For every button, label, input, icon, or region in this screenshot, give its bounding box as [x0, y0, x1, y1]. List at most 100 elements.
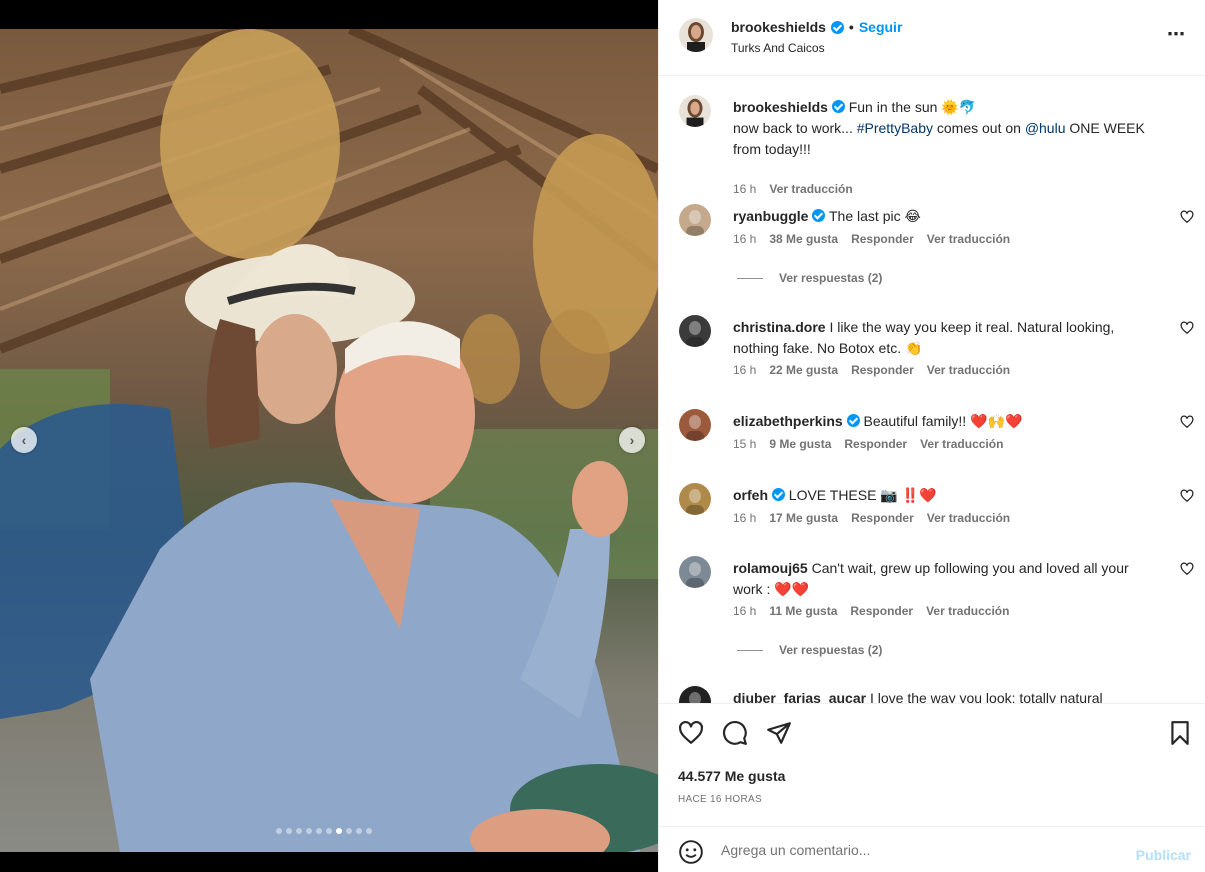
comment-text: ryanbuggle The last pic 😂 [733, 206, 1153, 227]
comment-time: 16 h [733, 363, 757, 377]
caption-translate-link[interactable]: Ver traducción [769, 182, 852, 196]
previous-photo-button[interactable]: ‹ [11, 427, 37, 453]
mention-link[interactable]: @hulu [1025, 120, 1066, 136]
caption-text-mid: comes out on [932, 120, 1025, 136]
caption-text: brookeshields Fun in the sun 🌞🐬 now back… [733, 97, 1153, 160]
add-comment-bar: Publicar [659, 826, 1205, 872]
view-replies-label[interactable]: Ver respuestas (2) [779, 271, 882, 285]
translate-link[interactable]: Ver traducción [927, 363, 1010, 377]
comment-bubble-icon[interactable] [722, 720, 748, 746]
commenter-avatar-image [686, 489, 704, 515]
comment-text: orfeh LOVE THESE 📷 ‼️❤️ [733, 485, 1153, 506]
commenter-username[interactable]: rolamouj65 [733, 560, 808, 576]
comment-likes[interactable]: 22 Me gusta [769, 363, 838, 377]
likes-count[interactable]: 44.577 Me gusta [678, 768, 785, 784]
comment-like-heart-icon[interactable] [1180, 321, 1194, 335]
carousel-dot [276, 828, 282, 834]
post-media: ‹ › [0, 0, 658, 872]
follow-button[interactable]: Seguir [859, 19, 903, 35]
caption-username[interactable]: brookeshields [733, 99, 828, 115]
carousel-dot [306, 828, 312, 834]
comment-like-heart-icon[interactable] [1180, 489, 1194, 503]
commenter-avatar[interactable] [679, 204, 711, 236]
verified-badge-icon [771, 488, 785, 501]
carousel-dot [336, 828, 342, 834]
post-details-panel: brookeshields • Seguir Turks And Caicos … [658, 0, 1205, 872]
caption-meta: 16 h Ver traducción [733, 182, 853, 196]
comment-time: 16 h [733, 511, 757, 525]
chevron-left-icon: ‹ [21, 432, 27, 448]
commenter-avatar[interactable] [679, 483, 711, 515]
commenter-username[interactable]: elizabethperkins [733, 413, 843, 429]
comment-likes[interactable]: 11 Me gusta [769, 604, 837, 618]
verified-badge-icon [831, 100, 845, 113]
comment-like-heart-icon[interactable] [1180, 210, 1194, 224]
commenter-avatar-image [686, 415, 704, 441]
carousel-dot [316, 828, 322, 834]
next-photo-button[interactable]: › [619, 427, 645, 453]
comment-time: 15 h [733, 437, 757, 451]
commenter-avatar-image [686, 210, 704, 236]
comment-time: 16 h [733, 232, 757, 246]
reply-button[interactable]: Responder [844, 437, 907, 451]
comment-like-heart-icon[interactable] [1180, 562, 1194, 576]
author-username[interactable]: brookeshields [731, 19, 826, 35]
emoji-icon[interactable] [678, 839, 704, 865]
verified-badge-icon [846, 414, 860, 427]
comment-likes[interactable]: 38 Me gusta [769, 232, 838, 246]
reply-button[interactable]: Responder [851, 363, 914, 377]
more-options-icon[interactable]: ⋯ [1167, 24, 1186, 45]
commenter-avatar[interactable] [679, 315, 711, 347]
comments-list[interactable]: brookeshields Fun in the sun 🌞🐬 now back… [659, 77, 1205, 703]
commenter-avatar[interactable] [679, 409, 711, 441]
commenter-avatar[interactable] [679, 686, 711, 703]
post-actions: 44.577 Me gusta HACE 16 HORAS [659, 703, 1205, 825]
publish-button[interactable]: Publicar [1136, 847, 1191, 863]
reply-button[interactable]: Responder [851, 511, 914, 525]
commenter-username[interactable]: djuber_farias_aucar [733, 690, 866, 703]
comment-time: 16 h [733, 604, 757, 618]
caption-avatar[interactable] [679, 95, 711, 127]
comment-body: Beautiful family!! ❤️🙌❤️ [863, 413, 1023, 429]
comment-body: The last pic 😂 [829, 208, 921, 224]
comment-meta: 16 h 11 Me gusta Responder Ver traducción [733, 604, 1009, 618]
like-heart-icon[interactable] [678, 720, 704, 746]
reply-button[interactable]: Responder [851, 232, 914, 246]
commenter-avatar[interactable] [679, 556, 711, 588]
view-replies-button[interactable]: Ver respuestas (2) [737, 271, 882, 285]
view-replies-label[interactable]: Ver respuestas (2) [779, 643, 882, 657]
translate-link[interactable]: Ver traducción [927, 511, 1010, 525]
hashtag-link[interactable]: #PrettyBaby [857, 120, 933, 136]
comment-like-heart-icon[interactable] [1180, 415, 1194, 429]
comment-meta: 15 h 9 Me gusta Responder Ver traducción [733, 437, 1003, 451]
share-send-icon[interactable] [766, 720, 792, 746]
comment-likes[interactable]: 9 Me gusta [769, 437, 831, 451]
view-replies-button[interactable]: Ver respuestas (2) [737, 643, 882, 657]
commenter-username[interactable]: orfeh [733, 487, 768, 503]
comment-text: christina.dore I like the way you keep i… [733, 317, 1153, 359]
translate-link[interactable]: Ver traducción [920, 437, 1003, 451]
carousel-dot [366, 828, 372, 834]
comment-input[interactable] [721, 839, 1111, 861]
comment-meta: 16 h 17 Me gusta Responder Ver traducción [733, 511, 1010, 525]
translate-link[interactable]: Ver traducción [927, 232, 1010, 246]
carousel-dot [326, 828, 332, 834]
verified-badge-icon [830, 20, 844, 34]
post-photo [0, 29, 658, 852]
carousel-dot [346, 828, 352, 834]
comment-text: elizabethperkins Beautiful family!! ❤️🙌❤… [733, 411, 1153, 432]
carousel-indicator [276, 828, 372, 834]
verified-badge-icon [812, 209, 826, 222]
author-avatar[interactable] [679, 18, 713, 52]
commenter-username[interactable]: christina.dore [733, 319, 826, 335]
post-location[interactable]: Turks And Caicos [731, 41, 825, 55]
comment-body: LOVE THESE 📷 ‼️❤️ [788, 487, 937, 503]
caption-avatar-image [679, 95, 711, 127]
commenter-username[interactable]: ryanbuggle [733, 208, 808, 224]
reply-button[interactable]: Responder [850, 604, 913, 618]
carousel-dot [356, 828, 362, 834]
comment-likes[interactable]: 17 Me gusta [769, 511, 838, 525]
post-header: brookeshields • Seguir Turks And Caicos … [659, 0, 1205, 76]
translate-link[interactable]: Ver traducción [926, 604, 1009, 618]
save-bookmark-icon[interactable] [1167, 720, 1193, 746]
